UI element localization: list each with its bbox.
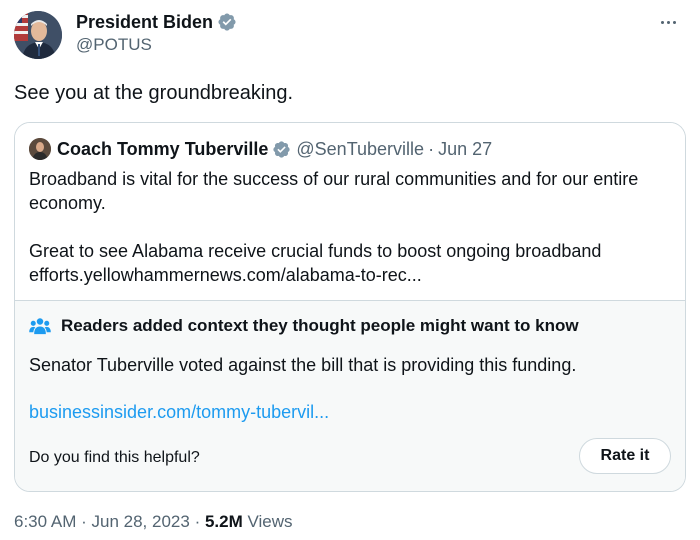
verified-badge-icon	[273, 140, 291, 158]
quoted-text-line: Broadband is vital for the success of ou…	[29, 169, 639, 189]
quoted-tweet[interactable]: Coach Tommy Tuberville @SenTuberville · …	[15, 123, 685, 300]
tweet-header: President Biden @POTUS	[14, 11, 686, 61]
community-note-link[interactable]: businessinsider.com/tommy-tubervil...	[29, 402, 329, 423]
community-note-header: Readers added context they thought peopl…	[29, 315, 579, 337]
quoted-author-avatar	[29, 138, 51, 160]
more-dot	[660, 20, 664, 24]
tweet-date[interactable]: Jun 28, 2023	[92, 512, 190, 531]
community-note-body: Senator Tuberville voted against the bil…	[29, 355, 577, 375]
more-dot	[666, 20, 670, 24]
community-notes-icon	[29, 318, 51, 335]
quoted-date-separator: ·	[428, 138, 435, 159]
quoted-author-name: Coach Tommy Tuberville	[57, 138, 269, 159]
author-name-row: President Biden	[76, 11, 237, 33]
author-avatar[interactable]	[14, 11, 62, 59]
quoted-author-avatar-image	[29, 138, 51, 160]
meta-separator: ·	[81, 512, 87, 531]
quoted-tweet-text: Broadband is vital for the success of ou…	[29, 167, 669, 287]
tweet-meta: 6:30 AM · Jun 28, 2023 · 5.2M Views	[14, 512, 293, 532]
quoted-tweet-header: Coach Tommy Tuberville @SenTuberville · …	[29, 137, 492, 161]
tweet-text: See you at the groundbreaking.	[14, 82, 294, 104]
views-count: 5.2M	[204, 512, 243, 531]
community-note: Readers added context they thought peopl…	[15, 300, 685, 491]
author-name[interactable]: President Biden	[76, 12, 213, 33]
quoted-text-line: efforts.yellowhammernews.com/alabama-to-…	[29, 265, 422, 285]
quoted-text-line: economy.	[29, 193, 106, 213]
rate-it-button[interactable]: Rate it	[579, 438, 671, 474]
helpful-question: Do you find this helpful?	[29, 449, 200, 466]
community-note-title: Readers added context they thought peopl…	[61, 316, 579, 335]
more-options-icon[interactable]	[654, 11, 682, 33]
tweet-time[interactable]: 6:30 AM	[14, 512, 76, 531]
quoted-tweet-card: Coach Tommy Tuberville @SenTuberville · …	[14, 122, 686, 492]
author-handle[interactable]: @POTUS	[76, 35, 152, 55]
quoted-tweet-date: Jun 27	[438, 138, 493, 159]
verified-badge-icon	[218, 13, 236, 31]
meta-separator: ·	[194, 512, 201, 531]
more-dot	[672, 20, 676, 24]
author-avatar-image	[14, 11, 62, 59]
quoted-author-handle: @SenTuberville	[296, 138, 425, 159]
quoted-text-line: Great to see Alabama receive crucial fun…	[29, 241, 602, 261]
views-label: Views	[247, 512, 293, 531]
